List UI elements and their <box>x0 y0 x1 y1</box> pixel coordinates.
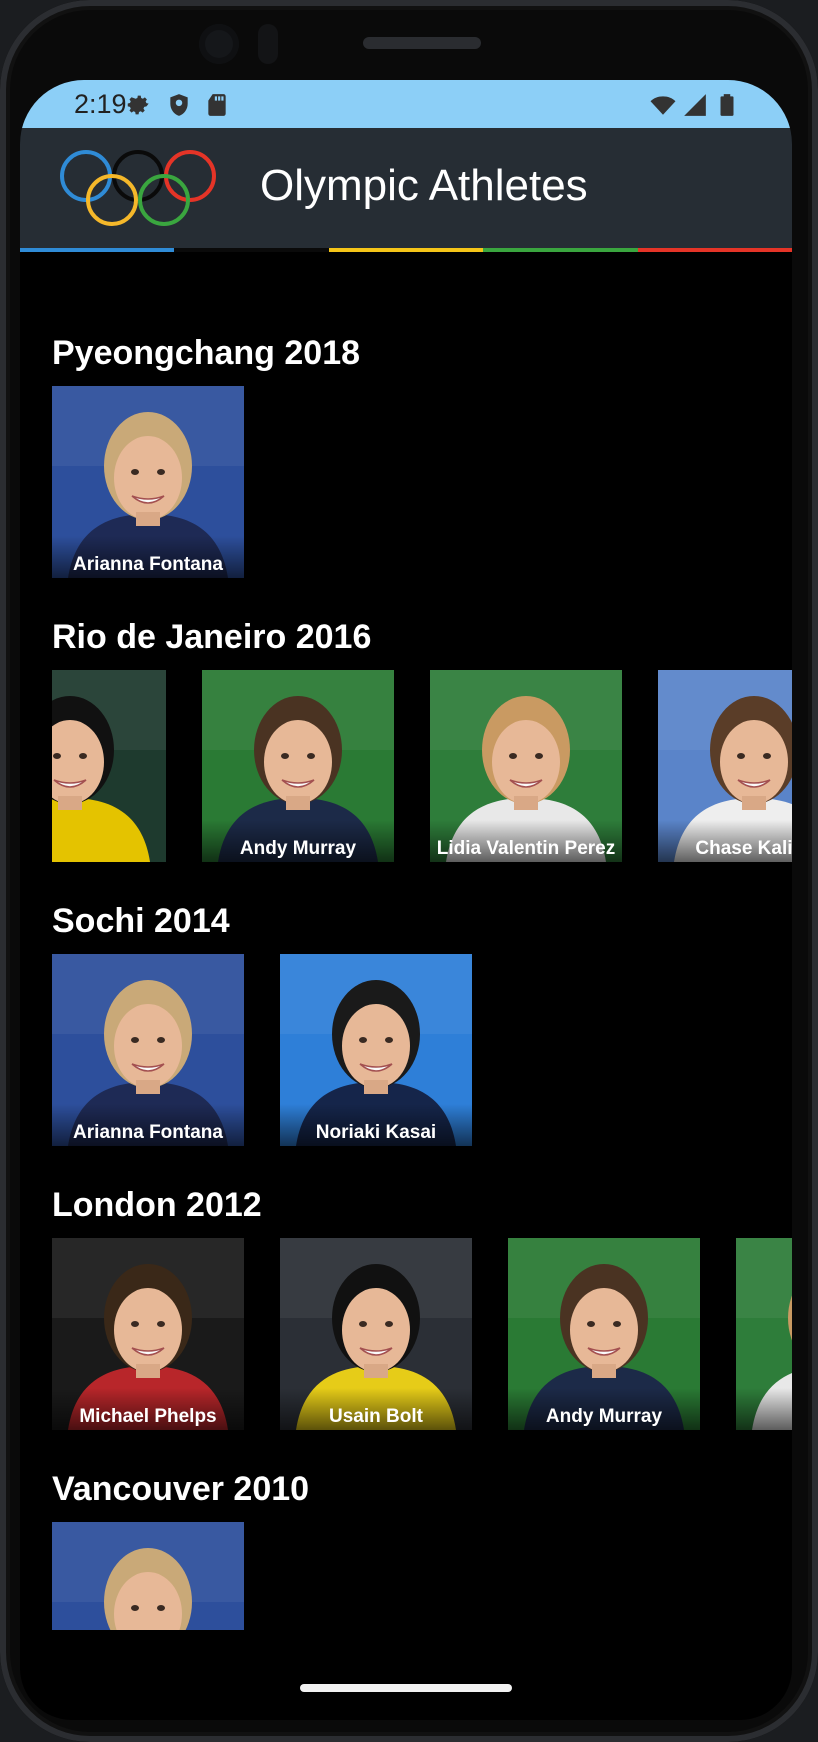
athlete-carousel[interactable]: Arianna Fontana Noriaki Kasai <box>52 954 792 1148</box>
app-title: Olympic Athletes <box>260 161 588 210</box>
athlete-card[interactable] <box>52 670 166 862</box>
athlete-sections[interactable]: Pyeongchang 2018 Arianna Fontana Rio de J… <box>20 252 792 1720</box>
gear-icon <box>127 95 149 115</box>
sd-card-icon <box>208 94 226 116</box>
phone-frame: 2:19 Olympic Athletes Pyeongchang 2018 A… <box>0 0 818 1742</box>
athlete-card[interactable]: Andy Murray <box>508 1238 700 1430</box>
battery-icon <box>720 94 734 116</box>
athlete-name: Usain Bolt <box>280 1388 472 1430</box>
section-title: Sochi 2014 <box>52 902 230 940</box>
athlete-card[interactable]: Chase Kalisz <box>658 670 792 862</box>
athlete-name: Lidia <box>736 1388 792 1430</box>
wifi-icon <box>650 96 676 115</box>
section-title: Pyeongchang 2018 <box>52 334 361 372</box>
app-bar: Olympic Athletes <box>20 128 792 248</box>
athlete-card[interactable]: Arianna Fontana <box>52 386 244 578</box>
athlete-name: Michael Phelps <box>52 1388 244 1430</box>
screen: 2:19 Olympic Athletes Pyeongchang 2018 A… <box>20 80 792 1720</box>
section-title: London 2012 <box>52 1186 262 1224</box>
status-bar: 2:19 <box>20 80 792 128</box>
athlete-name: Chase Kalisz <box>658 820 792 862</box>
athlete-name: Arianna Fontana <box>52 536 244 578</box>
athlete-card[interactable]: Usain Bolt <box>280 1238 472 1430</box>
athlete-carousel[interactable]: Michael Phelps Usain Bolt Andy Murray Li… <box>52 1238 792 1432</box>
athlete-card[interactable]: Noriaki Kasai <box>280 954 472 1146</box>
signal-icon <box>684 94 706 116</box>
athlete-name <box>52 820 166 862</box>
earpiece-speaker <box>363 37 481 49</box>
section-title: Rio de Janeiro 2016 <box>52 618 372 656</box>
athlete-card[interactable] <box>52 1522 244 1630</box>
home-gesture-bar[interactable] <box>300 1684 512 1692</box>
section-title: Vancouver 2010 <box>52 1470 310 1508</box>
athlete-card[interactable]: Lidia <box>736 1238 792 1430</box>
athlete-name: Lidia Valentin Perez <box>430 820 622 862</box>
olympic-rings-logo <box>60 150 216 226</box>
athlete-card[interactable]: Lidia Valentin Perez <box>430 670 622 862</box>
athlete-card[interactable]: Michael Phelps <box>52 1238 244 1430</box>
athlete-card[interactable]: Arianna Fontana <box>52 954 244 1146</box>
athlete-card[interactable]: Andy Murray <box>202 670 394 862</box>
status-time: 2:19 <box>74 89 127 119</box>
athlete-carousel[interactable] <box>52 1522 792 1630</box>
athlete-name: Andy Murray <box>202 820 394 862</box>
athlete-carousel[interactable]: Arianna Fontana <box>52 386 792 580</box>
athlete-photo <box>52 1522 244 1630</box>
proximity-sensor <box>258 24 278 64</box>
shield-icon <box>170 94 188 116</box>
athlete-name: Noriaki Kasai <box>280 1104 472 1146</box>
front-camera <box>199 24 239 64</box>
athlete-carousel[interactable]: Andy Murray Lidia Valentin Perez Chase K… <box>52 670 792 864</box>
athlete-name: Andy Murray <box>508 1388 700 1430</box>
athlete-name: Arianna Fontana <box>52 1104 244 1146</box>
